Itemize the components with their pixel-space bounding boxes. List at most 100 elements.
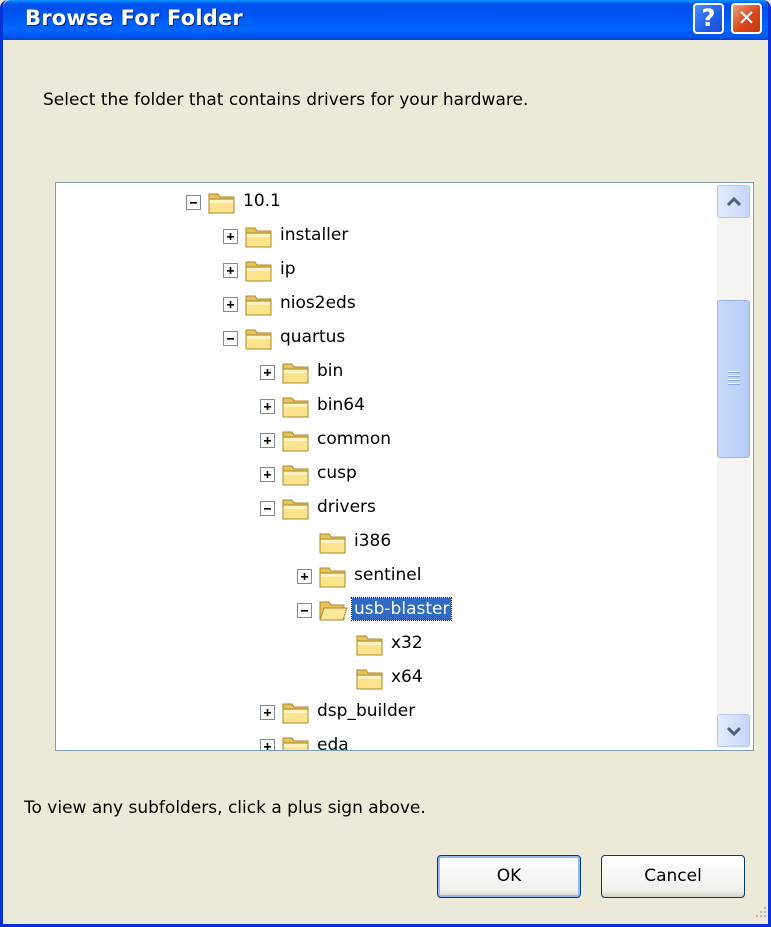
tree-item[interactable]: common [260,426,680,456]
plus-box-icon [264,369,271,376]
tree-item[interactable]: quartus [223,324,643,354]
tree-item[interactable]: 10.1 [186,188,606,218]
folder-icon [282,431,309,452]
title-bar[interactable]: Browse For Folder ? ✕ [3,0,768,40]
tree-item-label[interactable]: drivers [315,496,378,518]
chevron-up-icon [727,197,741,207]
tree-item-label[interactable]: i386 [352,530,393,552]
tree-item-label[interactable]: x64 [389,666,425,688]
minus-box-icon [227,338,234,340]
folder-icon [245,261,272,282]
tree-item[interactable]: bin [260,358,680,388]
help-icon: ? [701,4,716,32]
expand-toggle[interactable] [260,705,275,720]
minus-box-icon [264,508,271,510]
hint-text: To view any subfolders, click a plus sig… [24,798,426,818]
folder-icon [282,499,309,520]
expand-toggle[interactable] [260,433,275,448]
tree-item-label[interactable]: x32 [389,632,425,654]
tree-item[interactable]: usb-blaster [297,596,717,626]
folder-icon [356,635,383,656]
tree-item[interactable]: i386 [297,528,717,558]
folder-icon [245,295,272,316]
tree-item-label[interactable]: dsp_builder [315,700,417,722]
expand-toggle[interactable] [223,229,238,244]
thumb-grip [728,383,740,385]
folder-icon [319,533,346,554]
thumb-grip [728,379,740,381]
scroll-thumb[interactable] [717,300,750,458]
folder-icon [282,363,309,384]
tree-item[interactable]: sentinel [297,562,717,592]
tree-item-label[interactable]: cusp [315,462,359,484]
tree-item-label[interactable]: installer [278,224,350,246]
plus-box-icon [227,233,234,240]
folder-icon [245,329,272,350]
scroll-down-button[interactable] [717,714,750,747]
folder-icon [282,703,309,724]
tree-item-label[interactable]: 10.1 [241,190,283,212]
folder-icon [282,737,309,750]
folder-icon [319,567,346,588]
tree-item[interactable]: cusp [260,460,680,490]
open-folder-icon [319,601,348,621]
collapse-toggle[interactable] [223,331,238,346]
resize-grip-icon[interactable] [751,904,769,922]
folder-icon [356,669,383,690]
tree-item-label[interactable]: quartus [278,326,347,348]
expand-toggle[interactable] [223,263,238,278]
thumb-grip [728,375,740,377]
expand-toggle[interactable] [260,467,275,482]
tree-item-label[interactable]: bin [315,360,345,382]
ok-button[interactable]: OK [437,855,581,898]
browse-for-folder-dialog: Browse For Folder ? ✕ Select the folder … [0,0,771,927]
plus-box-icon [227,301,234,308]
tree-item[interactable]: bin64 [260,392,680,422]
plus-box-icon [264,709,271,716]
plus-box-icon [264,743,271,750]
close-button[interactable]: ✕ [731,3,762,34]
expand-toggle[interactable] [260,365,275,380]
tree-item-label[interactable]: usb-blaster [350,597,453,621]
chevron-down-icon [727,726,741,736]
window-title: Browse For Folder [25,6,243,30]
scroll-up-button[interactable] [717,185,750,218]
folder-icon [282,397,309,418]
tree-item[interactable]: dsp_builder [260,698,680,728]
tree-item-label[interactable]: sentinel [352,564,423,586]
tree-item-label[interactable]: ip [278,258,298,280]
tree-item-label[interactable]: bin64 [315,394,367,416]
tree-item-label[interactable]: nios2eds [278,292,358,314]
thumb-grip [728,371,740,373]
tree-item[interactable]: drivers [260,494,680,524]
collapse-toggle[interactable] [186,195,201,210]
tree-item[interactable]: nios2eds [223,290,643,320]
folder-icon [208,193,235,214]
tree-item[interactable]: ip [223,256,643,286]
collapse-toggle[interactable] [260,501,275,516]
help-button[interactable]: ? [693,3,724,34]
folder-tree[interactable]: 10.1 installer ip nios2eds quartus bin bin64 co… [55,182,754,751]
instruction-text: Select the folder that contains drivers … [43,90,529,110]
expand-toggle[interactable] [297,569,312,584]
expand-toggle[interactable] [223,297,238,312]
tree-item[interactable]: x32 [334,630,753,660]
tree-item-label[interactable]: eda [315,734,351,750]
collapse-toggle[interactable] [297,603,312,618]
minus-box-icon [301,610,308,612]
vertical-scrollbar[interactable] [717,185,751,748]
cancel-button[interactable]: Cancel [601,855,745,898]
plus-box-icon [264,471,271,478]
tree-item[interactable]: x64 [334,664,753,694]
close-icon: ✕ [737,6,756,30]
folder-icon [282,465,309,486]
expand-toggle[interactable] [260,739,275,750]
minus-box-icon [190,202,197,204]
tree-item-label[interactable]: common [315,428,393,450]
expand-toggle[interactable] [260,399,275,414]
tree-item[interactable]: installer [223,222,643,252]
plus-box-icon [264,403,271,410]
tree-item[interactable]: eda [260,732,680,750]
plus-box-icon [227,267,234,274]
folder-icon [245,227,272,248]
